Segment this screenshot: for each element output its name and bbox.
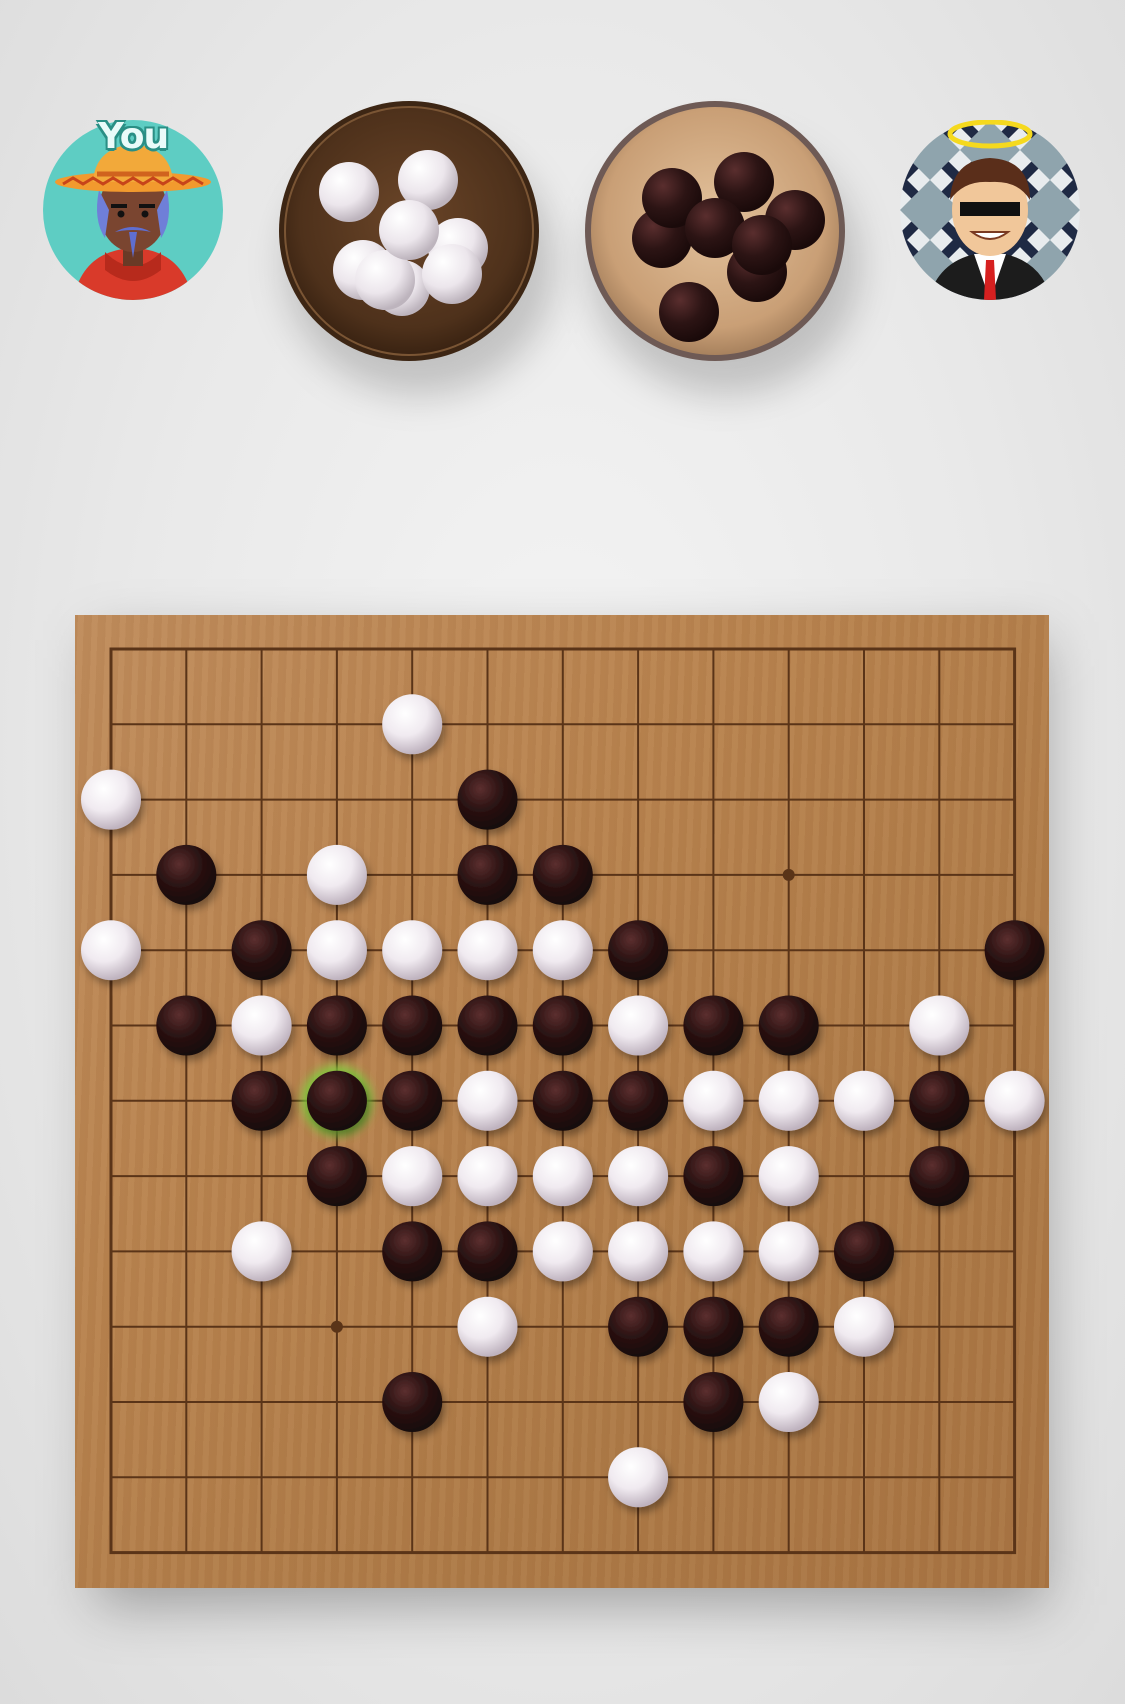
white-stone [306,844,367,905]
black-stone [382,1221,443,1282]
white-stone [608,1221,669,1282]
game-board[interactable] [75,615,1049,1588]
star-point [330,1320,343,1333]
white-stone [608,1447,669,1508]
white-stone [608,1146,669,1207]
white-stone [457,920,518,981]
white-stone [81,769,141,830]
black-stone [532,844,593,905]
white-stone [532,1221,593,1282]
white-stone [758,1221,819,1282]
black-stone [683,1372,744,1432]
black-stone [231,1070,292,1131]
black-stone [608,1296,669,1357]
black-stone [457,769,518,830]
white-stone [382,920,443,981]
white-stone [758,1372,819,1432]
black-stone [532,1070,593,1131]
black-stone-bowl[interactable] [584,100,846,362]
black-stone [231,920,292,981]
white-stone [683,1221,744,1282]
white-stone [231,1221,292,1282]
black-stone [306,1146,367,1207]
black-stone [683,995,744,1056]
black-stone [382,995,443,1056]
black-stone [306,995,367,1056]
black-stone [984,920,1045,981]
star-point [782,868,795,881]
white-stone [81,920,141,981]
black-stone [608,1070,669,1131]
black-stone [457,1221,518,1282]
black-stone [683,1146,744,1207]
black-stone [457,995,518,1056]
black-stone [306,1070,367,1131]
white-stone-bowl-icon [279,101,539,361]
white-stone [382,1146,443,1207]
black-stone [608,920,669,981]
opponent-avatar[interactable] [900,120,1080,300]
black-stone [909,1070,970,1131]
white-stone [608,995,669,1056]
black-stone [382,1372,443,1432]
black-stone [457,844,518,905]
white-stone [834,1070,894,1131]
black-stone [758,995,819,1056]
white-stone [834,1296,894,1357]
white-stone [984,1070,1045,1131]
white-stone [457,1296,518,1357]
black-stone [382,1070,443,1131]
you-label: You [98,116,169,157]
white-stone [909,995,970,1056]
white-stone [683,1070,744,1131]
white-stone [231,995,292,1056]
board-grid[interactable] [75,615,1049,1588]
white-stone [457,1146,518,1207]
white-stone [532,920,593,981]
black-stone-bowl-icon [585,101,845,361]
white-stone [532,1146,593,1207]
white-stone [457,1070,518,1131]
white-stone [758,1146,819,1207]
angel-sunglasses-man-avatar-icon [900,120,1080,300]
black-stone [758,1296,819,1357]
white-stone [306,920,367,981]
black-stone [156,995,217,1056]
black-stone [532,995,593,1056]
white-stone [382,694,443,755]
black-stone [834,1221,894,1282]
black-stone [909,1146,970,1207]
white-stone [758,1070,819,1131]
black-stone [156,844,217,905]
white-stone-bowl[interactable] [278,100,540,362]
black-stone [683,1296,744,1357]
